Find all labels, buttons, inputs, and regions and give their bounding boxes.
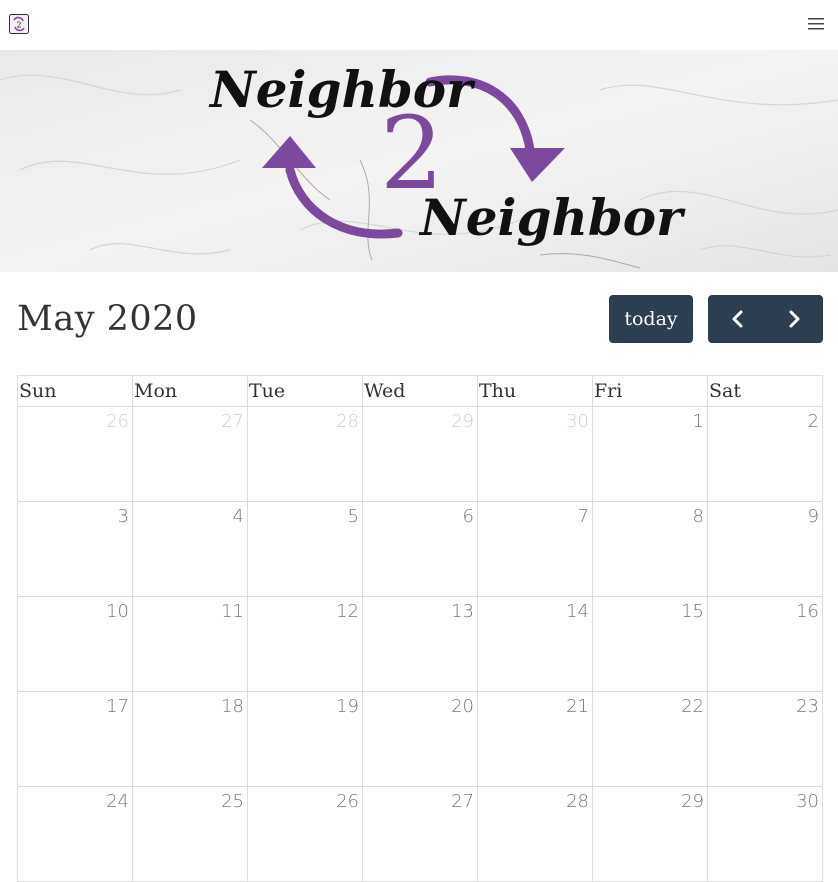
calendar-day-cell[interactable]: 8: [592, 501, 708, 597]
weekday-header: Mon: [132, 375, 248, 407]
calendar-day-cell[interactable]: 22: [592, 691, 708, 787]
day-number[interactable]: 3: [18, 502, 132, 527]
calendar-day-cell[interactable]: 19: [247, 691, 363, 787]
calendar-day-cell[interactable]: 14: [477, 596, 593, 692]
calendar-day-cell[interactable]: 30: [707, 786, 823, 882]
day-number[interactable]: 26: [248, 787, 362, 812]
chevron-right-icon: [789, 310, 799, 328]
weekday-header: Tue: [247, 375, 363, 407]
calendar-day-cell[interactable]: 5: [247, 501, 363, 597]
weekday-header: Fri: [592, 375, 708, 407]
calendar-day-cell[interactable]: 26: [17, 406, 133, 502]
day-number[interactable]: 24: [18, 787, 132, 812]
calendar-day-cell[interactable]: 24: [17, 786, 133, 882]
weekday-header-row: Sun Mon Tue Wed Thu Fri Sat: [17, 375, 823, 407]
calendar-day-cell[interactable]: 20: [362, 691, 478, 787]
day-number[interactable]: 17: [18, 692, 132, 717]
calendar-day-cell[interactable]: 12: [247, 596, 363, 692]
day-number[interactable]: 23: [708, 692, 822, 717]
day-number[interactable]: 9: [708, 502, 822, 527]
day-number[interactable]: 2: [708, 407, 822, 432]
day-number[interactable]: 21: [478, 692, 592, 717]
calendar-day-cell[interactable]: 25: [132, 786, 248, 882]
calendar-day-cell[interactable]: 9: [707, 501, 823, 597]
calendar-day-cell[interactable]: 4: [132, 501, 248, 597]
top-navbar: 2: [0, 0, 838, 50]
today-button[interactable]: today: [609, 295, 693, 343]
calendar-day-cell[interactable]: 29: [362, 406, 478, 502]
hamburger-menu-icon[interactable]: [806, 14, 828, 34]
calendar-day-cell[interactable]: 21: [477, 691, 593, 787]
svg-text:2: 2: [16, 21, 21, 30]
calendar-day-cell[interactable]: 7: [477, 501, 593, 597]
weekday-header: Sun: [17, 375, 133, 407]
calendar-day-cell[interactable]: 26: [247, 786, 363, 882]
day-number[interactable]: 22: [593, 692, 707, 717]
calendar-day-cell[interactable]: 27: [362, 786, 478, 882]
day-number[interactable]: 25: [133, 787, 247, 812]
calendar-day-cell[interactable]: 18: [132, 691, 248, 787]
day-number[interactable]: 27: [133, 407, 247, 432]
calendar-day-cell[interactable]: 30: [477, 406, 593, 502]
calendar-day-cell[interactable]: 29: [592, 786, 708, 882]
day-number[interactable]: 27: [363, 787, 477, 812]
day-number[interactable]: 26: [18, 407, 132, 432]
day-number[interactable]: 15: [593, 597, 707, 622]
calendar-week-row: 10 11 12 13 14 15 16: [17, 596, 823, 692]
day-number[interactable]: 30: [708, 787, 822, 812]
calendar-week-row: 24 25 26 27 28 29 30: [17, 786, 823, 882]
day-number[interactable]: 5: [248, 502, 362, 527]
calendar-week-row: 26 27 28 29 30 1 2: [17, 406, 823, 502]
calendar-day-cell[interactable]: 13: [362, 596, 478, 692]
day-number[interactable]: 29: [363, 407, 477, 432]
weekday-header: Sat: [707, 375, 823, 407]
previous-month-button[interactable]: [708, 295, 765, 343]
month-nav-button-group: [708, 295, 823, 343]
calendar-day-cell[interactable]: 23: [707, 691, 823, 787]
calendar-month-title: May 2020: [17, 299, 198, 339]
day-number[interactable]: 16: [708, 597, 822, 622]
calendar-week-row: 3456789: [17, 501, 823, 597]
day-number[interactable]: 7: [478, 502, 592, 527]
chevron-left-icon: [732, 310, 742, 328]
calendar-day-cell[interactable]: 27: [132, 406, 248, 502]
day-number[interactable]: 11: [133, 597, 247, 622]
calendar-day-cell[interactable]: 17: [17, 691, 133, 787]
day-number[interactable]: 30: [478, 407, 592, 432]
calendar-day-cell[interactable]: 2: [707, 406, 823, 502]
day-number[interactable]: 20: [363, 692, 477, 717]
day-number[interactable]: 8: [593, 502, 707, 527]
day-number[interactable]: 1: [593, 407, 707, 432]
day-number[interactable]: 28: [248, 407, 362, 432]
day-number[interactable]: 4: [133, 502, 247, 527]
calendar-day-cell[interactable]: 28: [477, 786, 593, 882]
weekday-header: Wed: [362, 375, 478, 407]
calendar-day-cell[interactable]: 16: [707, 596, 823, 692]
calendar-week-row: 17 18 19 20 21 22 23: [17, 691, 823, 787]
calendar-day-cell[interactable]: 15: [592, 596, 708, 692]
day-number[interactable]: 6: [363, 502, 477, 527]
day-number[interactable]: 18: [133, 692, 247, 717]
day-number[interactable]: 13: [363, 597, 477, 622]
neighbor2neighbor-logo-icon[interactable]: 2: [9, 14, 29, 34]
day-number[interactable]: 28: [478, 787, 592, 812]
hero-banner: Neighbor 2 Neighbor: [0, 50, 838, 272]
next-month-button[interactable]: [766, 295, 823, 343]
banner-word-bottom: Neighbor: [418, 188, 686, 247]
day-number[interactable]: 10: [18, 597, 132, 622]
month-calendar-grid: Sun Mon Tue Wed Thu Fri Sat 26 27 28 29 30 1 2…: [17, 375, 823, 882]
calendar-day-cell[interactable]: 11: [132, 596, 248, 692]
day-number[interactable]: 29: [593, 787, 707, 812]
calendar-day-cell[interactable]: 3: [17, 501, 133, 597]
day-number[interactable]: 12: [248, 597, 362, 622]
calendar-day-cell[interactable]: 1: [592, 406, 708, 502]
calendar-day-cell[interactable]: 28: [247, 406, 363, 502]
day-number[interactable]: 19: [248, 692, 362, 717]
calendar-day-cell[interactable]: 10: [17, 596, 133, 692]
weekday-header: Thu: [477, 375, 593, 407]
day-number[interactable]: 14: [478, 597, 592, 622]
calendar-day-cell[interactable]: 6: [362, 501, 478, 597]
